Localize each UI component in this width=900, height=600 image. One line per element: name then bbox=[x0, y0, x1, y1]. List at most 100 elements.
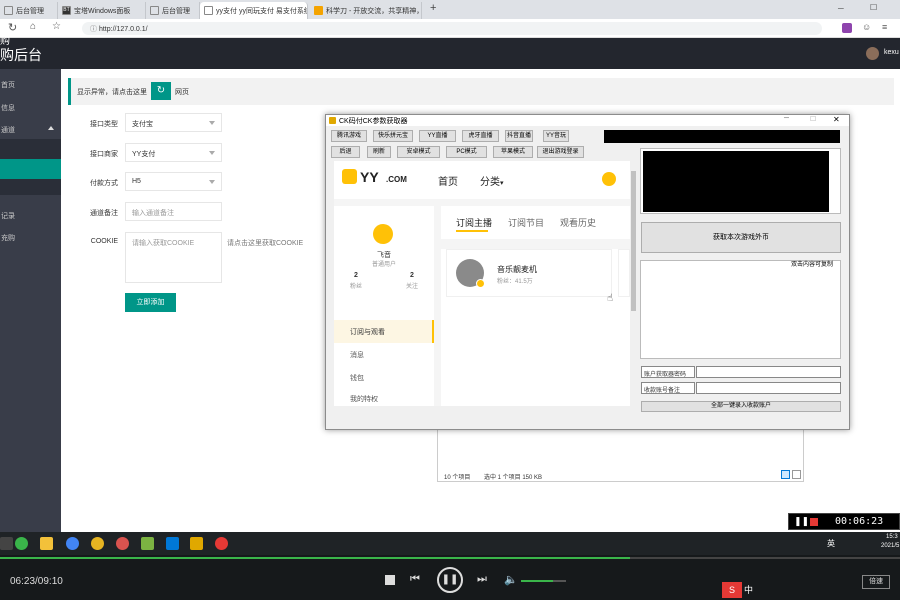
browser-tab[interactable]: 后台管理 bbox=[0, 2, 58, 19]
sidebar-subitem[interactable] bbox=[0, 139, 61, 159]
chrome-icon[interactable] bbox=[66, 537, 79, 550]
browser-tab[interactable]: 科学刀 - 开放交流，共享精神，志✕ bbox=[310, 2, 422, 19]
avatar[interactable] bbox=[866, 47, 879, 60]
get-currency-button[interactable]: 获取本次游戏外币 bbox=[641, 222, 841, 253]
profile-icon[interactable]: ☺ bbox=[862, 22, 871, 32]
progress-fill bbox=[0, 557, 630, 559]
game-icon[interactable] bbox=[91, 537, 104, 550]
previous-icon[interactable]: ⏮ bbox=[410, 573, 420, 586]
btn-happy-pinyuanbao[interactable]: 快乐拼元宝 bbox=[373, 130, 413, 142]
address-bar[interactable]: ⓘ http://127.0.0.1/ bbox=[82, 22, 822, 35]
details-view-icon[interactable] bbox=[781, 470, 790, 479]
scrollbar-thumb[interactable] bbox=[631, 171, 636, 311]
type-select[interactable]: 支付宝 bbox=[125, 113, 222, 132]
scrollbar-track[interactable] bbox=[630, 161, 637, 406]
cookie-textarea[interactable]: 请输入获取COOKIE bbox=[125, 232, 222, 283]
minimize-icon[interactable]: ─ bbox=[838, 4, 844, 13]
yy-left-panel: 飞音 普通用户 2 粉丝 2 关注 订阅与观看 消息 钱包 我的特权 bbox=[334, 206, 434, 406]
start-icon[interactable] bbox=[0, 537, 13, 550]
sidebar-item-home[interactable]: 首页 bbox=[0, 74, 61, 94]
vscode-icon[interactable] bbox=[166, 537, 179, 550]
ime-lang[interactable]: 英 bbox=[827, 538, 835, 549]
new-tab-button[interactable]: + bbox=[430, 2, 436, 14]
page-icon bbox=[204, 6, 213, 15]
folder-icon[interactable] bbox=[40, 537, 53, 550]
btn-logout-game[interactable]: 退出游戏登录 bbox=[537, 146, 584, 158]
maximize-icon[interactable]: ☐ bbox=[870, 3, 877, 12]
tab-subscribed-programs[interactable]: 订阅节目 bbox=[508, 216, 544, 229]
sidebar-item-info[interactable]: 信息 bbox=[0, 97, 61, 117]
btn-huya-live[interactable]: 虎牙直播 bbox=[462, 130, 499, 142]
sidebar-item-records[interactable]: 记录 bbox=[0, 205, 61, 225]
360-icon[interactable] bbox=[15, 537, 28, 550]
stop-record-icon[interactable] bbox=[810, 518, 818, 526]
menu-icon[interactable]: ≡ bbox=[882, 22, 887, 32]
btn-yy-play[interactable]: YY音玩 bbox=[543, 130, 569, 142]
sidebar-item-recharge[interactable]: 充购 bbox=[0, 227, 61, 247]
btn-android-mode[interactable]: 安卓模式 bbox=[397, 146, 440, 158]
btn-tencent-game[interactable]: 腾讯游戏 bbox=[331, 130, 367, 142]
sidebar-subitem-active[interactable] bbox=[0, 159, 61, 179]
vendor-select[interactable]: YY支付 bbox=[125, 143, 222, 162]
next-icon[interactable]: ⏭ bbox=[477, 573, 487, 586]
sidebar-item-channel[interactable]: 通道 bbox=[0, 119, 61, 139]
sidebar-subitem[interactable] bbox=[0, 179, 61, 195]
browser-tab-bar: 后台管理 BT 宝塔Windows面板 后台管理 yy支付 yy同玩支付 易支付系… bbox=[0, 0, 900, 19]
menu-wallet[interactable]: 钱包 bbox=[350, 373, 364, 383]
browser-tab-active[interactable]: yy支付 yy同玩支付 易支付系统 bbox=[200, 2, 308, 19]
extension-icon[interactable] bbox=[842, 23, 852, 33]
home-icon[interactable]: ⌂ bbox=[30, 21, 36, 32]
menu-subscribe-watch[interactable]: 订阅与观看 bbox=[350, 327, 385, 337]
progress-track[interactable] bbox=[0, 557, 900, 559]
select-value: H5 bbox=[132, 178, 141, 185]
remark-input[interactable]: 输入通道备注 bbox=[125, 202, 222, 221]
tab-subscribed-anchors[interactable]: 订阅主播 bbox=[456, 216, 492, 229]
browser-tab[interactable]: BT 宝塔Windows面板 bbox=[58, 2, 146, 19]
volume-slider[interactable] bbox=[521, 580, 566, 582]
tab-underline bbox=[456, 230, 488, 232]
username[interactable]: kexu bbox=[884, 49, 899, 56]
tab-title: 科学刀 - 开放交流，共享精神，志 bbox=[326, 7, 422, 15]
maximize-icon[interactable]: ☐ bbox=[810, 115, 816, 123]
btn-pc-mode[interactable]: PC模式 bbox=[446, 146, 487, 158]
menu-messages[interactable]: 消息 bbox=[350, 350, 364, 360]
recorder-bar: ❚❚ 00:06:23 bbox=[788, 513, 900, 530]
nav-category[interactable]: 分类▾ bbox=[480, 173, 504, 188]
refresh-button[interactable]: ↻ bbox=[151, 82, 171, 100]
android-icon[interactable] bbox=[141, 537, 154, 550]
field2-input[interactable] bbox=[696, 382, 841, 394]
close-icon[interactable]: ✕ bbox=[833, 115, 840, 124]
anchor-card[interactable]: 音乐靓麦机 粉丝：41.5万 bbox=[446, 249, 612, 297]
field2-label: 收款账号备注 bbox=[641, 382, 695, 394]
recorder-app-icon[interactable] bbox=[215, 537, 228, 550]
btn-refresh[interactable]: 刷新 bbox=[367, 146, 391, 158]
stop-icon[interactable] bbox=[385, 575, 395, 585]
pause-button[interactable]: ❚❚ bbox=[437, 567, 463, 593]
method-select[interactable]: H5 bbox=[125, 172, 222, 191]
volume-icon[interactable]: 🔈 bbox=[504, 573, 518, 586]
btn-douyin-live[interactable]: 抖音直播 bbox=[505, 130, 533, 142]
tab-watch-history[interactable]: 观看历史 bbox=[560, 216, 596, 229]
browser-tab[interactable]: 后台管理 bbox=[146, 2, 200, 19]
minimize-icon[interactable]: ─ bbox=[784, 115, 789, 122]
submit-button[interactable]: 立即添加 bbox=[125, 293, 176, 312]
menu-privileges[interactable]: 我的特权 bbox=[350, 394, 378, 404]
ime-mode[interactable]: 中 bbox=[744, 583, 753, 596]
lock-app-icon[interactable] bbox=[190, 537, 203, 550]
import-all-button[interactable]: 全部一键录入收款账户 bbox=[641, 401, 841, 412]
cookie-hint-link[interactable]: 请点击这里获取COOKIE bbox=[227, 238, 303, 248]
field1-input[interactable] bbox=[696, 366, 841, 378]
pause-icon[interactable]: ❚❚ bbox=[794, 516, 809, 527]
tiles-view-icon[interactable] bbox=[792, 470, 801, 479]
btn-back[interactable]: 后退 bbox=[331, 146, 360, 158]
star-icon[interactable]: ☆ bbox=[52, 21, 61, 32]
nav-home[interactable]: 首页 bbox=[438, 173, 458, 188]
app-icon[interactable] bbox=[116, 537, 129, 550]
user-avatar[interactable] bbox=[602, 172, 616, 186]
speed-button[interactable]: 倍速 bbox=[862, 575, 890, 589]
result-textbox[interactable]: 双击内容可复制 bbox=[640, 260, 841, 359]
btn-yy-live[interactable]: YY直播 bbox=[419, 130, 456, 142]
btn-apple-mode[interactable]: 苹果模式 bbox=[493, 146, 533, 158]
notice-link[interactable]: 网页 bbox=[175, 87, 189, 97]
sogou-icon[interactable]: S bbox=[722, 582, 742, 598]
